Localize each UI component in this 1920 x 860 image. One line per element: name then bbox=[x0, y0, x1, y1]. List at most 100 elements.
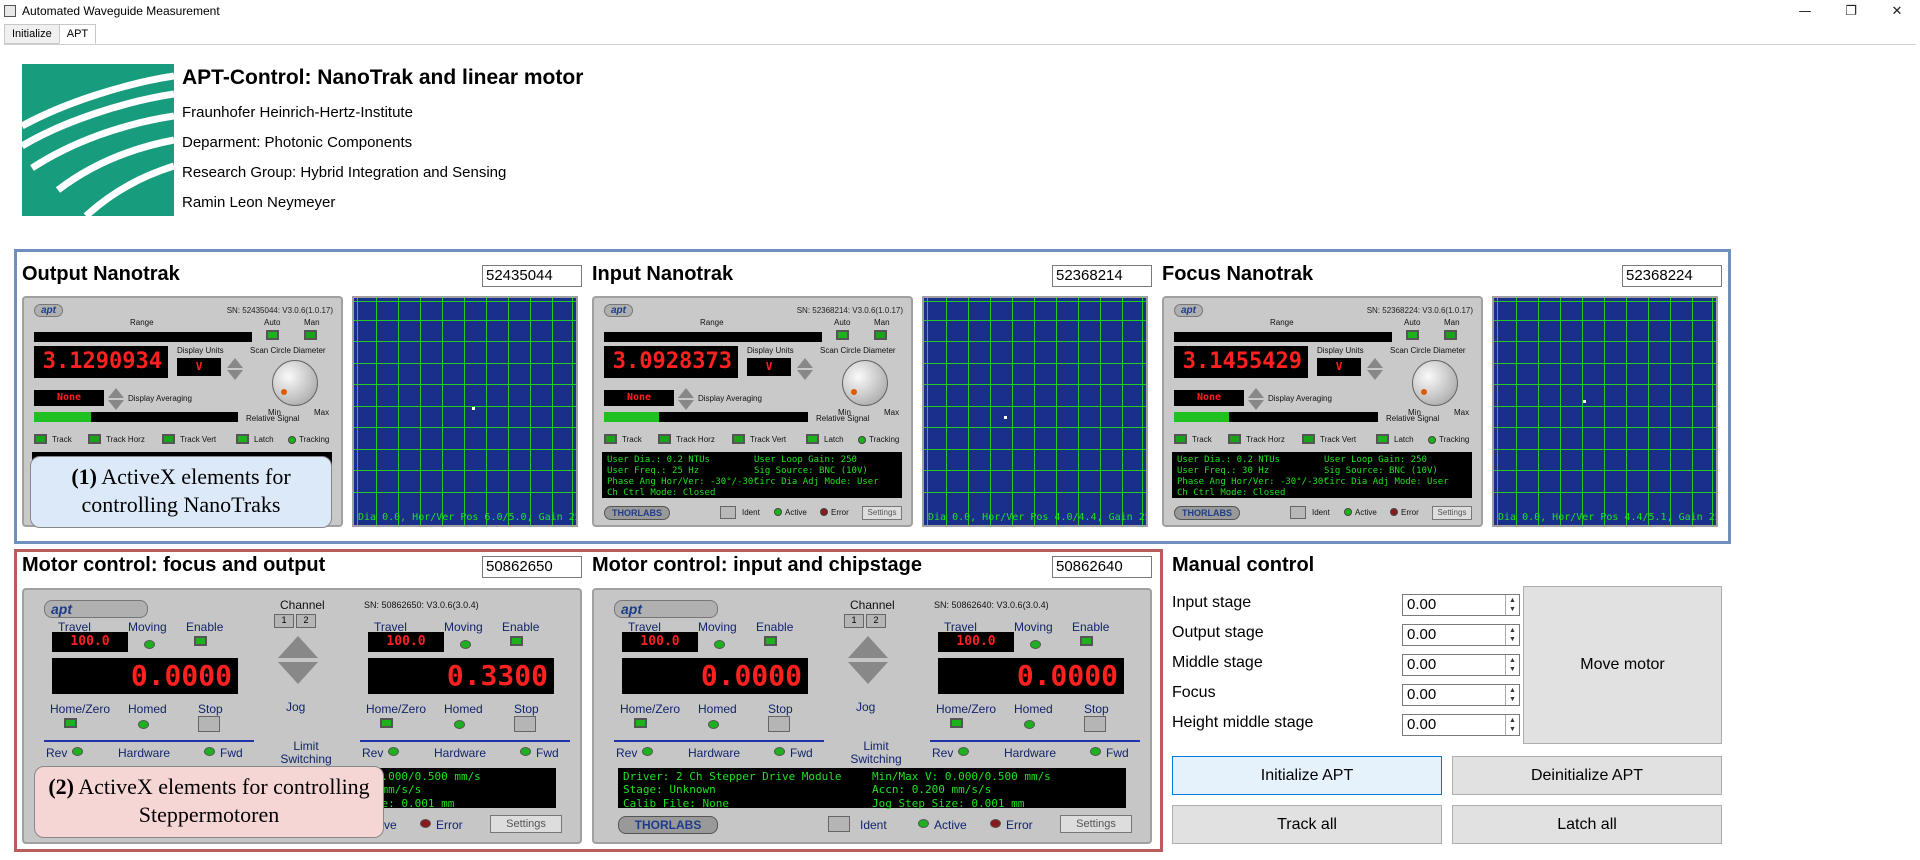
spin-up-icon[interactable]: ▲ bbox=[1509, 716, 1516, 725]
spin-arrows[interactable]: ▲ ▼ bbox=[1505, 625, 1519, 645]
spin-down-icon[interactable]: ▼ bbox=[1509, 635, 1516, 644]
averaging-up-arrow-icon[interactable] bbox=[678, 388, 694, 398]
spin-arrows[interactable]: ▲ ▼ bbox=[1505, 655, 1519, 675]
track-horz-button[interactable] bbox=[658, 434, 671, 444]
averaging-down-arrow-icon[interactable] bbox=[678, 400, 694, 410]
averaging-down-arrow-icon[interactable] bbox=[108, 400, 124, 410]
initialize-apt-button[interactable]: Initialize APT bbox=[1172, 756, 1442, 795]
spin-down-icon[interactable]: ▼ bbox=[1509, 665, 1516, 674]
scan-circle-knob[interactable] bbox=[272, 360, 318, 406]
spin-up-icon[interactable]: ▲ bbox=[1509, 686, 1516, 695]
spin-up-icon[interactable]: ▲ bbox=[1509, 656, 1516, 665]
deinitialize-apt-button[interactable]: Deinitialize APT bbox=[1452, 756, 1722, 795]
motor-serial-field[interactable]: 50862640 bbox=[1052, 556, 1152, 578]
units-up-arrow-icon[interactable] bbox=[227, 358, 243, 368]
ident-button[interactable] bbox=[828, 816, 850, 832]
track-button[interactable] bbox=[1174, 434, 1187, 444]
ch1-stop-button[interactable] bbox=[768, 716, 790, 732]
manual-stage-input[interactable]: 0.00 ▲ ▼ bbox=[1402, 594, 1520, 616]
channel-1-button[interactable]: 1 bbox=[274, 614, 294, 628]
averaging-display[interactable]: None bbox=[1174, 390, 1244, 406]
ch2-home-button[interactable] bbox=[950, 718, 963, 728]
spin-up-icon[interactable]: ▲ bbox=[1509, 626, 1516, 635]
manual-stage-input[interactable]: 0.00 ▲ ▼ bbox=[1402, 654, 1520, 676]
motor-serial-field[interactable]: 50862650 bbox=[482, 556, 582, 578]
averaging-display[interactable]: None bbox=[604, 390, 674, 406]
latch-button[interactable] bbox=[1376, 434, 1389, 444]
nanotrak-control-panel[interactable]: apt SN: 52368214: V3.0.6(1.0.17) Range Auto… bbox=[592, 296, 913, 527]
ch2-stop-button[interactable] bbox=[1084, 716, 1106, 732]
move-motor-button[interactable]: Move motor bbox=[1523, 586, 1722, 744]
units-down-arrow-icon[interactable] bbox=[227, 370, 243, 380]
track-horz-button[interactable] bbox=[1228, 434, 1241, 444]
jog-up-arrow-icon[interactable] bbox=[278, 636, 318, 658]
man-led[interactable] bbox=[874, 330, 887, 340]
spin-down-icon[interactable]: ▼ bbox=[1509, 695, 1516, 704]
channel-2-button[interactable]: 2 bbox=[866, 614, 886, 628]
ch2-enable-button[interactable] bbox=[510, 636, 523, 646]
ch1-home-button[interactable] bbox=[64, 718, 77, 728]
settings-button[interactable]: Settings bbox=[862, 506, 902, 520]
auto-led[interactable] bbox=[266, 330, 279, 340]
track-vert-button[interactable] bbox=[732, 434, 745, 444]
nanotrak-serial-field[interactable]: 52435044 bbox=[482, 265, 582, 287]
auto-led[interactable] bbox=[836, 330, 849, 340]
nanotrak-control-panel[interactable]: apt SN: 52368224: V3.0.6(1.0.17) Range Auto… bbox=[1162, 296, 1483, 527]
latch-button[interactable] bbox=[806, 434, 819, 444]
man-led[interactable] bbox=[304, 330, 317, 340]
display-units-value[interactable]: V bbox=[177, 358, 221, 376]
track-button[interactable] bbox=[604, 434, 617, 444]
track-horz-button[interactable] bbox=[88, 434, 101, 444]
ch2-home-button[interactable] bbox=[380, 718, 393, 728]
close-icon[interactable]: ✕ bbox=[1874, 0, 1920, 22]
ch1-stop-button[interactable] bbox=[198, 716, 220, 732]
jog-down-arrow-icon[interactable] bbox=[848, 662, 888, 684]
manual-stage-input[interactable]: 0.00 ▲ ▼ bbox=[1402, 714, 1520, 736]
settings-button[interactable]: Settings bbox=[1060, 815, 1132, 833]
nanotrak-serial-field[interactable]: 52368224 bbox=[1622, 265, 1722, 287]
ch1-home-button[interactable] bbox=[634, 718, 647, 728]
track-button[interactable] bbox=[34, 434, 47, 444]
ch2-stop-button[interactable] bbox=[514, 716, 536, 732]
channel-2-button[interactable]: 2 bbox=[296, 614, 316, 628]
ch2-enable-button[interactable] bbox=[1080, 636, 1093, 646]
spin-down-icon[interactable]: ▼ bbox=[1509, 605, 1516, 614]
tab-initialize[interactable]: Initialize bbox=[4, 24, 60, 44]
units-up-arrow-icon[interactable] bbox=[1367, 358, 1383, 368]
manual-stage-input[interactable]: 0.00 ▲ ▼ bbox=[1402, 624, 1520, 646]
track-vert-button[interactable] bbox=[162, 434, 175, 444]
man-led[interactable] bbox=[1444, 330, 1457, 340]
auto-led[interactable] bbox=[1406, 330, 1419, 340]
averaging-up-arrow-icon[interactable] bbox=[108, 388, 124, 398]
tab-apt[interactable]: APT bbox=[58, 24, 97, 44]
motor-control-panel[interactable]: apt Channel 1 2 SN: 50862640: V3.0.6(3.0.4) T… bbox=[592, 588, 1152, 844]
channel-1-button[interactable]: 1 bbox=[844, 614, 864, 628]
ident-button[interactable] bbox=[720, 506, 736, 519]
ch1-enable-button[interactable] bbox=[194, 636, 207, 646]
settings-button[interactable]: Settings bbox=[1432, 506, 1472, 520]
spin-arrows[interactable]: ▲ ▼ bbox=[1505, 595, 1519, 615]
manual-stage-input[interactable]: 0.00 ▲ ▼ bbox=[1402, 684, 1520, 706]
settings-button[interactable]: Settings bbox=[490, 815, 562, 833]
units-down-arrow-icon[interactable] bbox=[797, 370, 813, 380]
ch1-enable-button[interactable] bbox=[764, 636, 777, 646]
units-up-arrow-icon[interactable] bbox=[797, 358, 813, 368]
scan-circle-knob[interactable] bbox=[1412, 360, 1458, 406]
scan-circle-knob[interactable] bbox=[842, 360, 888, 406]
display-units-value[interactable]: V bbox=[747, 358, 791, 376]
ident-button[interactable] bbox=[1290, 506, 1306, 519]
spin-up-icon[interactable]: ▲ bbox=[1509, 596, 1516, 605]
averaging-up-arrow-icon[interactable] bbox=[1248, 388, 1264, 398]
display-units-value[interactable]: V bbox=[1317, 358, 1361, 376]
jog-down-arrow-icon[interactable] bbox=[278, 662, 318, 684]
units-down-arrow-icon[interactable] bbox=[1367, 370, 1383, 380]
spin-down-icon[interactable]: ▼ bbox=[1509, 725, 1516, 734]
spin-arrows[interactable]: ▲ ▼ bbox=[1505, 715, 1519, 735]
restore-icon[interactable]: ❐ bbox=[1828, 0, 1874, 22]
averaging-display[interactable]: None bbox=[34, 390, 104, 406]
minimize-icon[interactable]: — bbox=[1782, 0, 1828, 22]
spin-arrows[interactable]: ▲ ▼ bbox=[1505, 685, 1519, 705]
latch-all-button[interactable]: Latch all bbox=[1452, 805, 1722, 844]
averaging-down-arrow-icon[interactable] bbox=[1248, 400, 1264, 410]
track-all-button[interactable]: Track all bbox=[1172, 805, 1442, 844]
